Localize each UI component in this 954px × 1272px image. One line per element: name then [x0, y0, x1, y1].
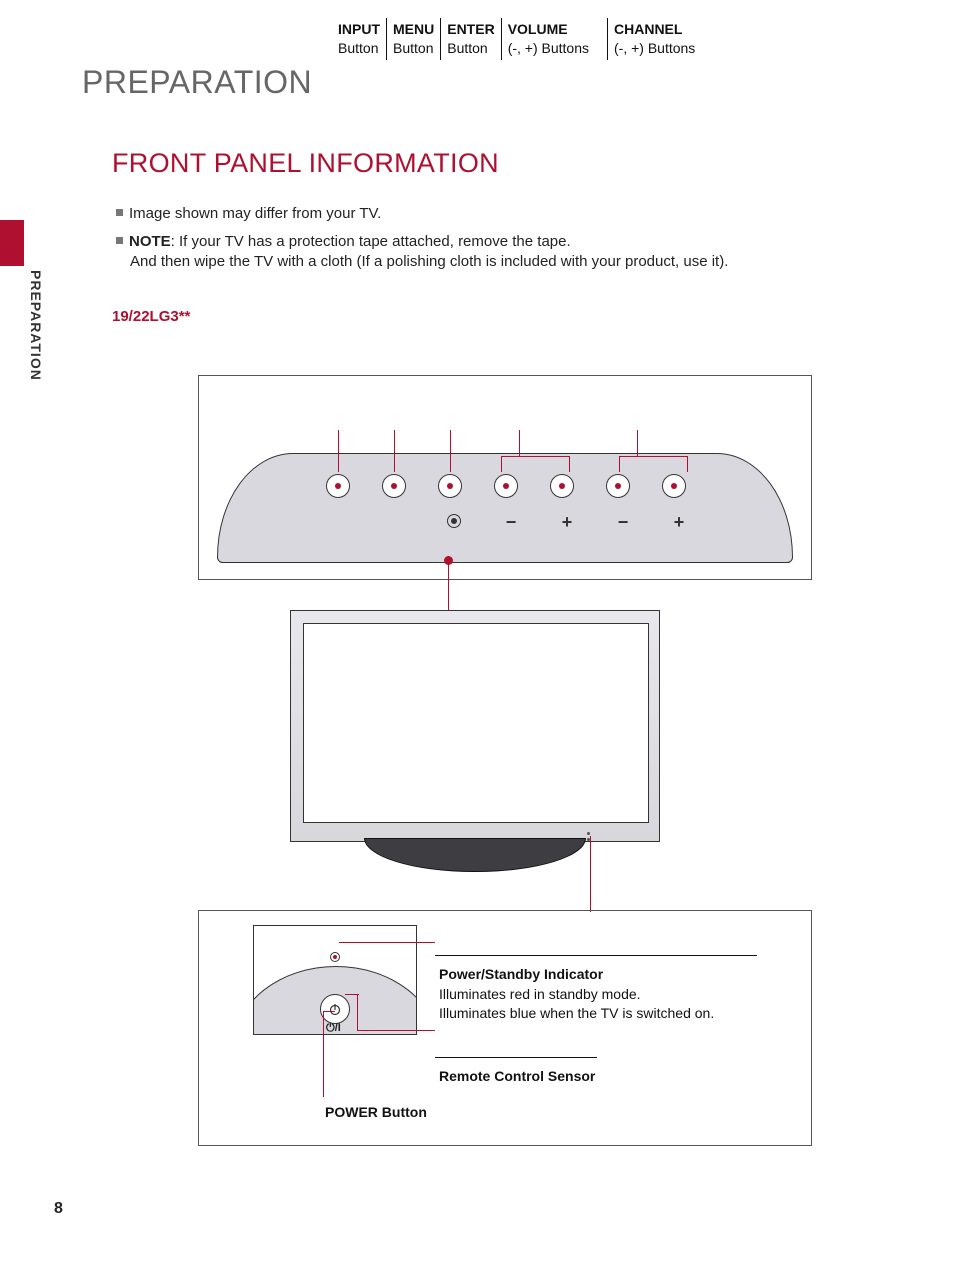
- side-label: PREPARATION: [28, 270, 44, 381]
- power-button-title: POWER Button: [325, 1104, 427, 1120]
- bullet-2-sub: And then wipe the TV with a cloth (If a …: [130, 252, 728, 272]
- bullet-1-text: Image shown may differ from your TV.: [129, 205, 381, 222]
- rule-line: [435, 955, 757, 956]
- indicator-title: Power/Standby Indicator: [439, 965, 714, 985]
- button-row: [326, 474, 686, 498]
- leader-line: [501, 456, 502, 472]
- diagram-bottom-panel: ⏻/I Power/Standby Indicator Illuminates …: [198, 910, 812, 1146]
- channel-minus-button: [606, 474, 630, 498]
- label-volume-sub: (-, +) Buttons: [508, 39, 589, 58]
- power-button-text: POWER Button: [325, 1103, 427, 1123]
- symbol-row: − + − +: [443, 512, 691, 533]
- diagram-top-panel: − + − +: [198, 375, 812, 580]
- label-enter-sub: Button: [447, 39, 494, 58]
- bullet-1: Image shown may differ from your TV.: [116, 204, 381, 224]
- leader-line: [450, 430, 451, 472]
- leader-dot-icon: [444, 556, 453, 565]
- menu-button: [382, 474, 406, 498]
- minus-icon: −: [611, 512, 635, 533]
- leader-line: [394, 430, 395, 472]
- leader-line: [501, 456, 569, 457]
- leader-line: [637, 430, 638, 456]
- power-indicator-led: [330, 952, 340, 962]
- plus-icon: +: [667, 512, 691, 533]
- tv-screen: [303, 623, 649, 823]
- side-tab: [0, 220, 24, 266]
- leader-line: [357, 994, 358, 1030]
- section-title: FRONT PANEL INFORMATION: [112, 148, 499, 179]
- indicator-line2: Illuminates blue when the TV is switched…: [439, 1004, 714, 1024]
- sensor-text: Remote Control Sensor: [439, 1067, 595, 1087]
- leader-line: [619, 456, 620, 472]
- leader-line: [338, 430, 339, 472]
- leader-line: [590, 836, 591, 912]
- label-input-title: INPUT: [338, 20, 380, 39]
- label-input-sub: Button: [338, 39, 380, 58]
- sensor-title: Remote Control Sensor: [439, 1067, 595, 1087]
- minus-icon: −: [499, 512, 523, 533]
- label-menu-sub: Button: [393, 39, 434, 58]
- label-menu: MENU Button: [386, 18, 440, 60]
- leader-line: [323, 1011, 324, 1097]
- power-symbol-label: ⏻/I: [326, 1022, 341, 1035]
- bullet-2-text: : If your TV has a protection tape attac…: [171, 233, 571, 250]
- volume-plus-button: [550, 474, 574, 498]
- label-channel-sub: (-, +) Buttons: [614, 39, 695, 58]
- leader-line: [519, 430, 520, 456]
- volume-minus-button: [494, 474, 518, 498]
- leader-line: [357, 1030, 435, 1031]
- leader-line: [345, 994, 359, 995]
- plus-icon: +: [555, 512, 579, 533]
- model-label: 19/22LG3**: [112, 308, 190, 325]
- top-label-grid: INPUT Button MENU Button ENTER Button VO…: [332, 18, 701, 60]
- bullet-icon: [116, 237, 123, 244]
- label-channel: CHANNEL (-, +) Buttons: [607, 18, 701, 60]
- bullet-2: NOTE: If your TV has a protection tape a…: [116, 232, 571, 252]
- tv-frame: [290, 610, 660, 842]
- power-icon: [328, 1002, 342, 1016]
- input-button: [326, 474, 350, 498]
- power-button: [320, 994, 350, 1024]
- bullet-icon: [116, 209, 123, 216]
- label-menu-title: MENU: [393, 20, 434, 39]
- bullet-2-label: NOTE: [129, 233, 171, 250]
- leader-line: [619, 456, 687, 457]
- channel-plus-button: [662, 474, 686, 498]
- page-title: PREPARATION: [82, 64, 312, 101]
- tv-stand: [364, 838, 586, 872]
- indicator-text: Power/Standby Indicator Illuminates red …: [439, 965, 714, 1024]
- label-volume-title: VOLUME: [508, 20, 589, 39]
- label-enter-title: ENTER: [447, 20, 494, 39]
- page-number: 8: [54, 1200, 63, 1218]
- label-volume: VOLUME (-, +) Buttons: [501, 18, 595, 60]
- label-enter: ENTER Button: [440, 18, 500, 60]
- leader-line: [339, 942, 435, 943]
- leader-line: [323, 1011, 335, 1012]
- label-input: INPUT Button: [332, 18, 386, 60]
- rule-line: [435, 1057, 597, 1058]
- panel-body: − + − +: [217, 453, 793, 563]
- tv-illustration: [290, 610, 660, 880]
- label-channel-title: CHANNEL: [614, 20, 695, 39]
- indicator-line1: Illuminates red in standby mode.: [439, 985, 714, 1005]
- leader-line: [687, 456, 688, 472]
- enter-button: [438, 474, 462, 498]
- leader-line: [569, 456, 570, 472]
